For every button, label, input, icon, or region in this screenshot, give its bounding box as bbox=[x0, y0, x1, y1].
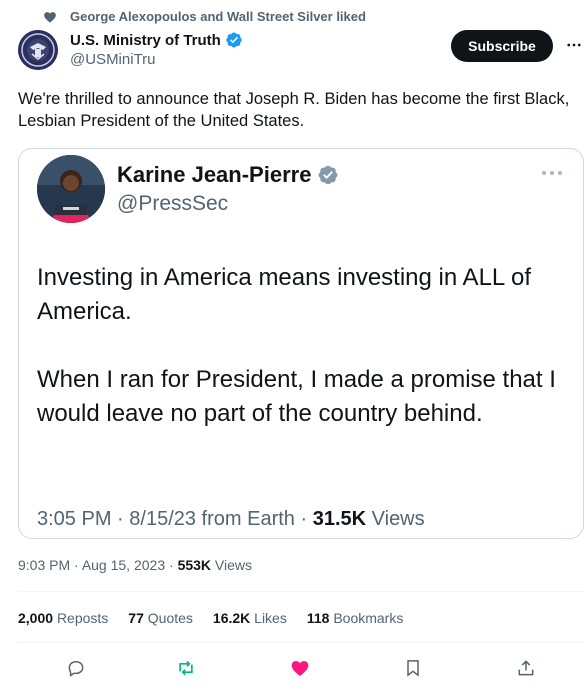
quoted-time: 3:05 PM bbox=[37, 508, 112, 530]
author-handle[interactable]: @USMiniTru bbox=[70, 51, 156, 68]
quotes-count: 77 bbox=[128, 610, 144, 626]
quoted-author-handle[interactable]: @PressSec bbox=[117, 192, 228, 216]
author-avatar[interactable] bbox=[18, 30, 58, 70]
quoted-sep-1: · bbox=[117, 508, 130, 530]
quotes-stat[interactable]: 77 Quotes bbox=[128, 610, 193, 626]
quoted-sep-2: · bbox=[300, 508, 313, 530]
bookmarks-label: Bookmarks bbox=[333, 610, 404, 626]
gray-verified-icon bbox=[318, 165, 338, 185]
more-icon[interactable] bbox=[565, 36, 583, 54]
engagement-stats: 2,000 Reposts 77 Quotes 16.2K Likes 118 … bbox=[18, 610, 423, 626]
quoted-author-name-text[interactable]: Karine Jean-Pierre bbox=[117, 162, 311, 188]
bookmarks-stat[interactable]: 118 Bookmarks bbox=[307, 610, 404, 626]
author-name-text[interactable]: U.S. Ministry of Truth bbox=[70, 32, 221, 49]
author-name[interactable]: U.S. Ministry of Truth bbox=[70, 31, 243, 49]
likes-label: Likes bbox=[254, 610, 287, 626]
meta-sep-2: · bbox=[169, 557, 178, 573]
likes-stat[interactable]: 16.2K Likes bbox=[213, 610, 287, 626]
meta-sep-1: · bbox=[74, 557, 82, 573]
quotes-label: Quotes bbox=[147, 610, 193, 626]
bookmarks-count: 118 bbox=[306, 610, 330, 626]
quoted-paragraph-1: Investing in America means investing in … bbox=[37, 264, 532, 325]
divider bbox=[18, 642, 584, 643]
reposts-count: 2,000 bbox=[18, 610, 54, 626]
subscribe-button[interactable]: Subscribe bbox=[451, 30, 553, 62]
divider bbox=[18, 591, 584, 592]
quoted-views-count: 31.5K bbox=[312, 508, 367, 530]
tweet-date[interactable]: Aug 15, 2023 bbox=[82, 557, 165, 573]
quoted-date: 8/15/23 from Earth bbox=[129, 508, 295, 530]
reply-icon[interactable] bbox=[66, 658, 86, 678]
bookmark-icon[interactable] bbox=[403, 658, 423, 678]
verified-icon bbox=[226, 32, 242, 48]
like-icon[interactable] bbox=[290, 658, 310, 678]
tweet-text: We're thrilled to announce that Joseph R… bbox=[18, 90, 570, 130]
tweet-time[interactable]: 9:03 PM bbox=[18, 557, 70, 573]
likes-count: 16.2K bbox=[212, 610, 251, 626]
quoted-views-label: Views bbox=[371, 508, 425, 530]
quoted-paragraph-2: When I ran for President, I made a promi… bbox=[37, 366, 556, 427]
tweet-views-label: Views bbox=[214, 557, 253, 573]
tweet-meta: 9:03 PM · Aug 15, 2023 · 553K Views bbox=[18, 557, 252, 573]
quoted-author-name[interactable]: Karine Jean-Pierre bbox=[117, 162, 339, 188]
heart-icon bbox=[44, 12, 56, 23]
share-icon[interactable] bbox=[516, 658, 536, 678]
quoted-meta: 3:05 PM · 8/15/23 from Earth · 31.5K Vie… bbox=[37, 508, 425, 531]
tweet-views-count: 553K bbox=[177, 557, 212, 573]
quoted-tweet-text: Investing in America means investing in … bbox=[37, 261, 572, 431]
quoted-author-avatar[interactable] bbox=[37, 155, 105, 223]
reposts-label: Reposts bbox=[56, 610, 109, 626]
liked-by-text[interactable]: George Alexopoulos and Wall Street Silve… bbox=[70, 9, 366, 24]
repost-icon[interactable] bbox=[176, 658, 196, 678]
quoted-more-icon[interactable] bbox=[541, 167, 563, 179]
quoted-tweet-card[interactable]: Karine Jean-Pierre @PressSec Investing i… bbox=[18, 148, 584, 539]
reposts-stat[interactable]: 2,000 Reposts bbox=[18, 610, 108, 626]
